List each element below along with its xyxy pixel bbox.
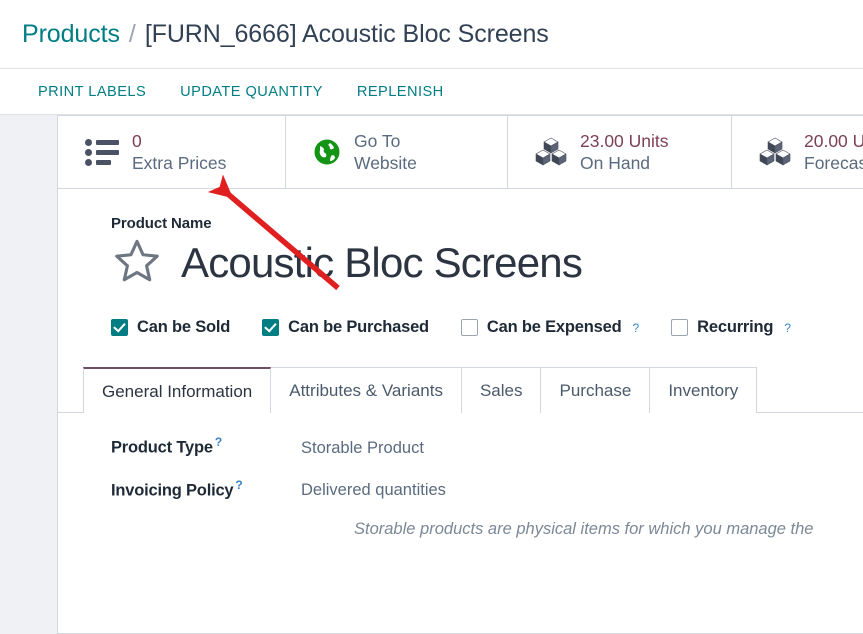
replenish-button[interactable]: REPLENISH (357, 84, 444, 100)
checkbox-recurring[interactable]: Recurring ? (671, 318, 791, 337)
globe-icon (313, 138, 341, 166)
breadcrumb-current-record: [FURN_6666] Acoustic Bloc Screens (144, 19, 549, 48)
form-body: Product Name Acoustic Bloc Screens Can b… (58, 189, 863, 413)
help-tooltip-icon[interactable]: ? (632, 321, 639, 335)
help-tooltip-icon[interactable]: ? (235, 478, 242, 492)
go-to-website-line1: Go To (354, 130, 401, 151)
update-quantity-button[interactable]: UPDATE QUANTITY (180, 84, 323, 100)
product-name-label: Product Name (111, 215, 212, 232)
checkbox-label: Can be Expensed (486, 318, 622, 336)
on-hand-label: On Hand (580, 153, 651, 173)
boxes-icon (535, 137, 567, 167)
checkbox-label: Can be Purchased (288, 318, 429, 336)
checkbox-label: Recurring (697, 318, 774, 336)
boxes-icon (759, 137, 791, 167)
field-product-type: Product Type? Storable Product (111, 435, 863, 458)
tab-inventory[interactable]: Inventory (649, 367, 758, 413)
stat-button-text: 0 Extra Prices (132, 130, 226, 175)
notebook-tabs: General Information Attributes & Variant… (58, 366, 863, 413)
action-buttons-bar: PRINT LABELS UPDATE QUANTITY REPLENISH (0, 68, 863, 115)
checkbox-can-be-expensed[interactable]: Can be Expensed ? (460, 318, 639, 337)
stat-button-on-hand[interactable]: 23.00 Units On Hand (508, 116, 732, 188)
page-title[interactable]: Acoustic Bloc Screens (181, 241, 583, 285)
product-type-help-text: Storable products are physical items for… (354, 520, 814, 538)
general-information-fields: Product Type? Storable Product Invoicing… (58, 413, 863, 539)
tab-purchase[interactable]: Purchase (540, 367, 651, 413)
checkbox-box[interactable] (460, 319, 478, 336)
breadcrumb: Products / [FURN_6666] Acoustic Bloc Scr… (0, 0, 863, 68)
field-invoicing-policy: Invoicing Policy? Delivered quantities (111, 478, 863, 501)
checkbox-box[interactable] (262, 319, 280, 336)
product-form-sheet: 0 Extra Prices Go To Website 23.00 Units… (57, 115, 863, 634)
stat-buttons-row: 0 Extra Prices Go To Website 23.00 Units… (58, 116, 863, 189)
forecasted-label: Forecasted (804, 153, 863, 173)
tab-general-information[interactable]: General Information (83, 367, 272, 413)
stat-button-go-to-website[interactable]: Go To Website (286, 116, 508, 188)
star-outline-icon[interactable] (111, 236, 163, 291)
help-tooltip-icon[interactable]: ? (215, 435, 222, 449)
stat-button-text: 23.00 Units On Hand (580, 130, 669, 175)
stat-button-forecasted[interactable]: 20.00 Units Forecasted (732, 116, 863, 188)
field-label: Invoicing Policy? (111, 477, 243, 500)
breadcrumb-separator: / (128, 19, 136, 48)
checkbox-box[interactable] (111, 319, 128, 336)
checkbox-can-be-sold[interactable]: Can be Sold (111, 318, 230, 337)
checkbox-box[interactable] (671, 319, 689, 336)
help-tooltip-icon[interactable]: ? (784, 321, 791, 335)
checkbox-can-be-purchased[interactable]: Can be Purchased (262, 318, 429, 337)
print-labels-button[interactable]: PRINT LABELS (38, 84, 146, 100)
on-hand-quantity: 23.00 Units (580, 130, 669, 151)
product-title-row: Acoustic Bloc Screens (111, 236, 863, 291)
sheet-background: 0 Extra Prices Go To Website 23.00 Units… (0, 115, 863, 634)
checkbox-label: Can be Sold (137, 318, 231, 336)
invoicing-policy-value[interactable]: Delivered quantities (301, 481, 446, 500)
tab-attributes-variants[interactable]: Attributes & Variants (270, 367, 462, 413)
product-type-value[interactable]: Storable Product (301, 439, 424, 458)
tab-sales[interactable]: Sales (460, 367, 542, 413)
stat-button-extra-prices[interactable]: 0 Extra Prices (58, 116, 286, 188)
odoo-product-form-screen: Products / [FURN_6666] Acoustic Bloc Scr… (0, 0, 863, 634)
go-to-website-line2: Website (354, 153, 417, 173)
list-icon (85, 138, 119, 166)
stat-button-text: Go To Website (354, 130, 417, 175)
breadcrumb-root-link[interactable]: Products (22, 20, 120, 49)
extra-prices-label: Extra Prices (132, 153, 227, 173)
stat-button-text: 20.00 Units Forecasted (804, 130, 863, 175)
extra-prices-count: 0 (132, 130, 142, 151)
forecasted-quantity: 20.00 Units (804, 130, 863, 151)
field-label: Product Type? (111, 435, 222, 457)
product-flags-row: Can be Sold Can be Purchased Can be Expe… (111, 318, 863, 337)
